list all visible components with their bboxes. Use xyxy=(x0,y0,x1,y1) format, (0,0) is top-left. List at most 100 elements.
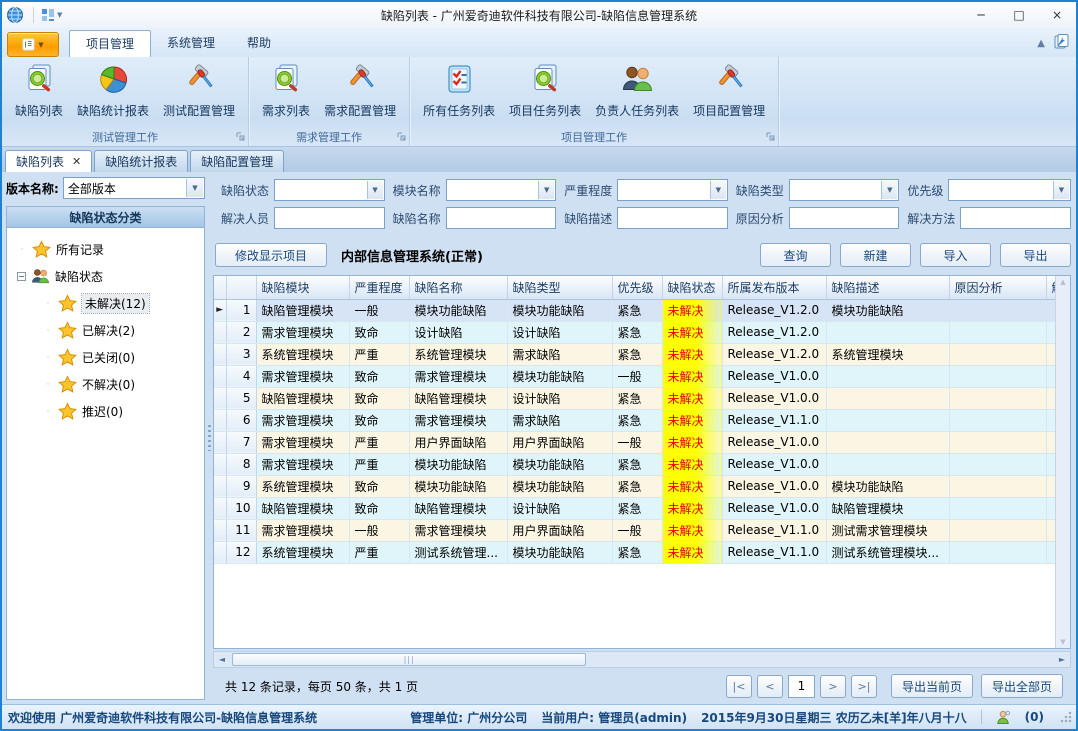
new-button[interactable]: 新建 xyxy=(840,243,911,267)
table-row[interactable]: 6需求管理模块致命需求管理模块需求缺陷紧急未解决Release_V1.1.0 xyxy=(214,409,1055,431)
tree-node[interactable]: ·所有记录 xyxy=(17,236,202,263)
table-row[interactable]: 2需求管理模块致命设计缺陷设计缺陷紧急未解决Release_V1.2.0 xyxy=(214,321,1055,343)
cell-severity[interactable]: 严重 xyxy=(349,343,409,365)
table-row[interactable]: 4需求管理模块致命需求管理模块模块功能缺陷一般未解决Release_V1.0.0 xyxy=(214,365,1055,387)
first-page-button[interactable]: |< xyxy=(726,675,752,698)
ribbon-button[interactable]: 缺陷列表 xyxy=(8,60,70,121)
cell-module[interactable]: 需求管理模块 xyxy=(256,321,349,343)
cell-severity[interactable]: 严重 xyxy=(349,453,409,475)
filter-select[interactable]: ▼ xyxy=(948,179,1071,201)
cell-version[interactable]: Release_V1.2.0 xyxy=(722,321,826,343)
cell-severity[interactable]: 致命 xyxy=(349,475,409,497)
cell-solution[interactable] xyxy=(1046,321,1055,343)
filter-input[interactable] xyxy=(789,207,900,229)
filter-select[interactable]: ▼ xyxy=(617,179,728,201)
export-button[interactable]: 导出 xyxy=(1000,243,1071,267)
cell-type[interactable]: 设计缺陷 xyxy=(507,497,612,519)
collapse-expander-icon[interactable]: − xyxy=(17,272,26,281)
column-header[interactable]: 原因分析 xyxy=(949,276,1046,299)
document-tab[interactable]: 缺陷统计报表 xyxy=(94,150,188,172)
column-header[interactable]: 解决方法 xyxy=(1046,276,1055,299)
ribbon-button[interactable]: 缺陷统计报表 xyxy=(70,60,156,121)
cell-type[interactable]: 需求缺陷 xyxy=(507,343,612,365)
filter-input[interactable] xyxy=(617,207,728,229)
cell-type[interactable]: 设计缺陷 xyxy=(507,387,612,409)
cell-analysis[interactable] xyxy=(949,365,1046,387)
cell-desc[interactable] xyxy=(826,387,949,409)
cell-solution[interactable] xyxy=(1046,365,1055,387)
cell-module[interactable]: 缺陷管理模块 xyxy=(256,299,349,321)
search-button[interactable]: 查询 xyxy=(760,243,831,267)
close-tab-icon[interactable]: ✕ xyxy=(72,155,81,168)
cell-version[interactable]: Release_V1.1.0 xyxy=(722,541,826,563)
minimize-button[interactable]: ─ xyxy=(962,2,1000,28)
cell-priority[interactable]: 紧急 xyxy=(612,497,662,519)
horizontal-scrollbar[interactable]: ◄ ||| ► xyxy=(213,651,1071,668)
filter-input[interactable] xyxy=(274,207,385,229)
cell-priority[interactable]: 一般 xyxy=(612,365,662,387)
cell-desc[interactable]: 模块功能缺陷 xyxy=(826,475,949,497)
tree-node[interactable]: −缺陷状态 xyxy=(17,263,202,290)
cell-version[interactable]: Release_V1.2.0 xyxy=(722,299,826,321)
cell-version[interactable]: Release_V1.2.0 xyxy=(722,343,826,365)
cell-status[interactable]: 未解决 xyxy=(662,431,722,453)
cell-analysis[interactable] xyxy=(949,519,1046,541)
ribbon-button[interactable]: 测试配置管理 xyxy=(156,60,242,121)
tree-node[interactable]: ·已解决(2) xyxy=(17,317,202,344)
cell-severity[interactable]: 一般 xyxy=(349,299,409,321)
cell-name[interactable]: 设计缺陷 xyxy=(409,321,507,343)
prev-page-button[interactable]: < xyxy=(757,675,783,698)
filter-input[interactable] xyxy=(960,207,1071,229)
cell-type[interactable]: 设计缺陷 xyxy=(507,321,612,343)
help-icon[interactable] xyxy=(1053,33,1070,53)
ribbon-button[interactable]: 项目配置管理 xyxy=(686,60,772,121)
cell-name[interactable]: 需求管理模块 xyxy=(409,409,507,431)
quick-access-toolbar-button[interactable]: ▼ xyxy=(38,7,65,23)
cell-solution[interactable] xyxy=(1046,541,1055,563)
vertical-scrollbar[interactable]: ▲ ▼ xyxy=(1055,276,1070,648)
cell-priority[interactable]: 紧急 xyxy=(612,453,662,475)
filter-select[interactable]: ▼ xyxy=(789,179,900,201)
cell-status[interactable]: 未解决 xyxy=(662,453,722,475)
cell-name[interactable]: 模块功能缺陷 xyxy=(409,299,507,321)
dialog-launcher-icon[interactable] xyxy=(236,131,245,144)
cell-module[interactable]: 需求管理模块 xyxy=(256,365,349,387)
maximize-button[interactable]: □ xyxy=(1000,2,1038,28)
page-number-input[interactable] xyxy=(788,675,815,698)
tree-node[interactable]: ·已关闭(0) xyxy=(17,344,202,371)
cell-version[interactable]: Release_V1.0.0 xyxy=(722,497,826,519)
cell-severity[interactable]: 严重 xyxy=(349,541,409,563)
cell-priority[interactable]: 紧急 xyxy=(612,299,662,321)
cell-status[interactable]: 未解决 xyxy=(662,321,722,343)
cell-solution[interactable] xyxy=(1046,409,1055,431)
cell-version[interactable]: Release_V1.0.0 xyxy=(722,431,826,453)
cell-desc[interactable] xyxy=(826,453,949,475)
ribbon-button[interactable]: 项目任务列表 xyxy=(502,60,588,121)
document-tab[interactable]: 缺陷配置管理 xyxy=(190,150,284,172)
cell-solution[interactable] xyxy=(1046,431,1055,453)
cell-module[interactable]: 缺陷管理模块 xyxy=(256,497,349,519)
version-select[interactable]: 全部版本 ▼ xyxy=(63,177,205,199)
cell-priority[interactable]: 紧急 xyxy=(612,541,662,563)
cell-desc[interactable]: 模块功能缺陷 xyxy=(826,299,949,321)
filter-input[interactable] xyxy=(446,207,557,229)
cell-desc[interactable] xyxy=(826,365,949,387)
tree-node[interactable]: ·不解决(0) xyxy=(17,371,202,398)
table-row[interactable]: 8需求管理模块严重模块功能缺陷模块功能缺陷紧急未解决Release_V1.0.0 xyxy=(214,453,1055,475)
column-header[interactable]: 缺陷类型 xyxy=(507,276,612,299)
cell-status[interactable]: 未解决 xyxy=(662,299,722,321)
cell-priority[interactable]: 紧急 xyxy=(612,321,662,343)
table-row[interactable]: 11需求管理模块一般需求管理模块用户界面缺陷一般未解决Release_V1.1.… xyxy=(214,519,1055,541)
export-current-page-button[interactable]: 导出当前页 xyxy=(891,674,973,698)
cell-analysis[interactable] xyxy=(949,541,1046,563)
column-header[interactable]: 所属发布版本 xyxy=(722,276,826,299)
cell-analysis[interactable] xyxy=(949,409,1046,431)
cell-name[interactable]: 缺陷管理模块 xyxy=(409,497,507,519)
cell-name[interactable]: 需求管理模块 xyxy=(409,365,507,387)
cell-analysis[interactable] xyxy=(949,321,1046,343)
column-header[interactable]: 缺陷描述 xyxy=(826,276,949,299)
cell-severity[interactable]: 致命 xyxy=(349,321,409,343)
cell-priority[interactable]: 紧急 xyxy=(612,409,662,431)
ribbon-button[interactable]: 所有任务列表 xyxy=(416,60,502,121)
cell-version[interactable]: Release_V1.0.0 xyxy=(722,453,826,475)
